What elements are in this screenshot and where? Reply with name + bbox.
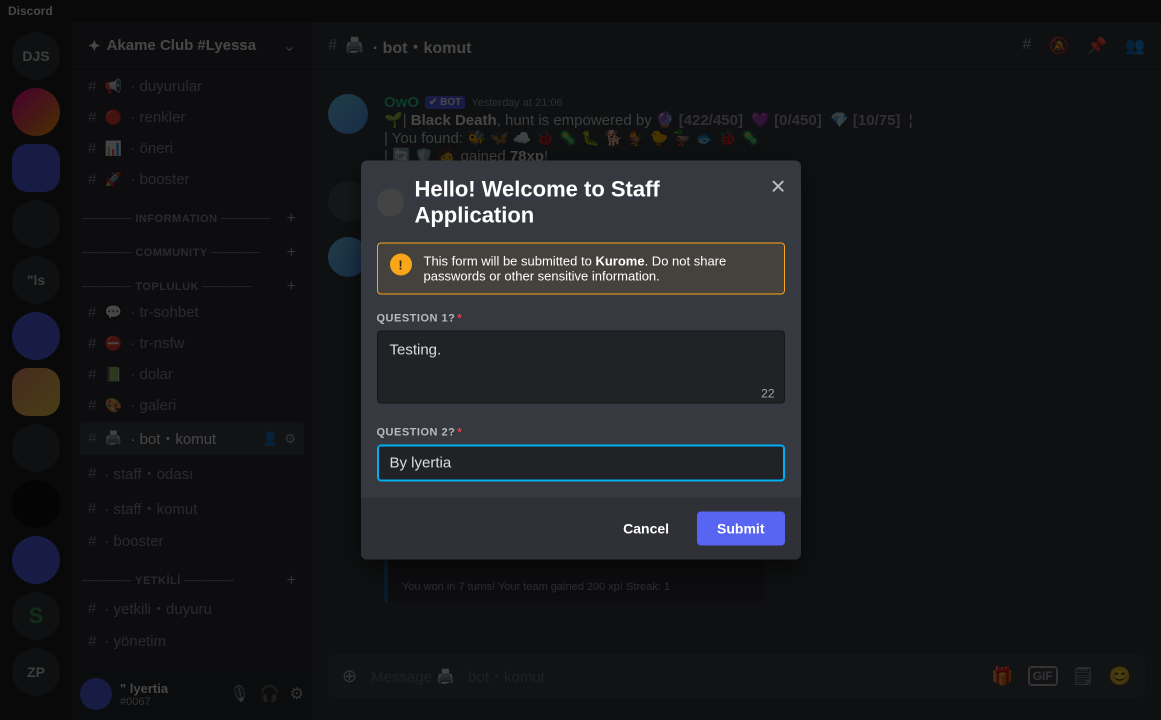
submit-button[interactable]: Submit — [697, 512, 784, 546]
modal: ✕ Hello! Welcome to Staff Application ! … — [361, 161, 801, 560]
question-2-input[interactable] — [377, 445, 785, 482]
cancel-button[interactable]: Cancel — [603, 512, 689, 546]
close-icon[interactable]: ✕ — [770, 175, 787, 200]
field-label: QUESTION 1?* — [377, 313, 785, 325]
modal-footer: Cancel Submit — [361, 498, 801, 560]
warning-icon: ! — [390, 254, 412, 276]
modal-title: Hello! Welcome to Staff Application — [377, 177, 785, 229]
warning-box: ! This form will be submitted to Kurome.… — [377, 243, 785, 295]
question-1-input[interactable] — [377, 331, 785, 404]
warning-text: This form will be submitted to Kurome. D… — [424, 254, 772, 284]
field-label: QUESTION 2?* — [377, 427, 785, 439]
char-count: 22 — [761, 387, 774, 401]
avatar — [377, 189, 405, 217]
